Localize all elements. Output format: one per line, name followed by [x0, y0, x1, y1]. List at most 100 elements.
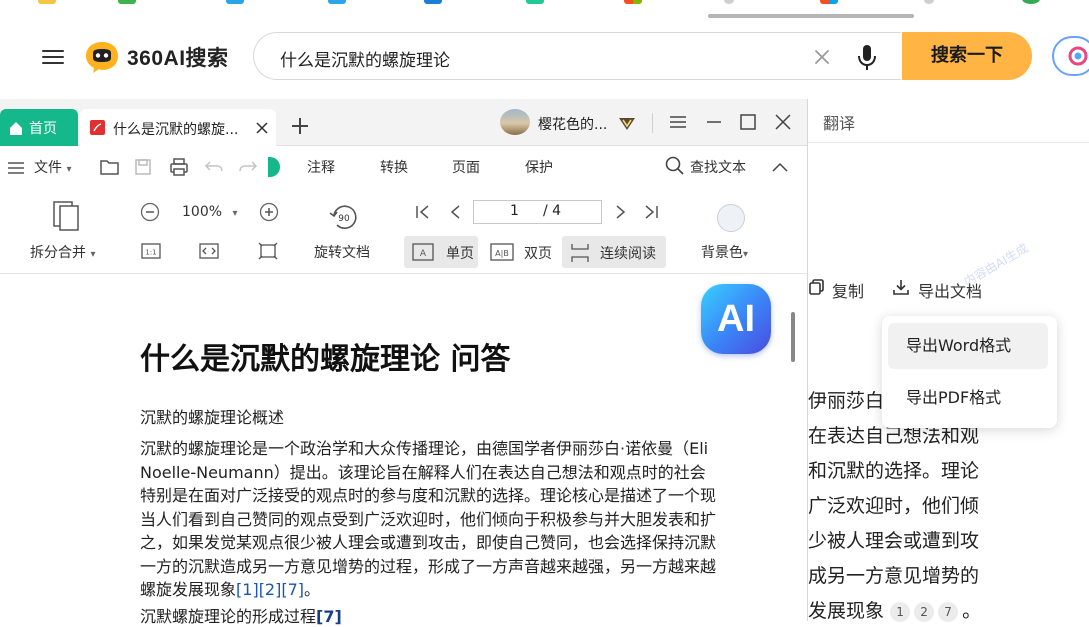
continuous-reading-button[interactable]: 连续阅读: [562, 236, 666, 268]
user-name[interactable]: 樱花色的...: [538, 114, 607, 134]
citation-badge[interactable]: 1: [890, 601, 911, 622]
answer-line: 和沉默的选择。理论: [808, 460, 980, 482]
document-subtitle: 沉默的螺旋理论概述: [140, 408, 285, 427]
minimize-icon[interactable]: [702, 110, 726, 134]
rotate-icon[interactable]: 90: [328, 201, 360, 237]
fit-page-icon[interactable]: [258, 242, 278, 264]
answer-line: 少被人理会或遭到攻: [808, 530, 980, 552]
bookmark-icon[interactable]: [724, 0, 734, 4]
close-tab-icon: [256, 122, 268, 134]
export-pdf-option[interactable]: 导出PDF格式: [888, 375, 1048, 421]
menu-page[interactable]: 页面: [452, 157, 480, 177]
menu-annotate[interactable]: 注释: [307, 157, 335, 177]
save-icon[interactable]: [134, 158, 152, 180]
citation-link[interactable]: [2]: [259, 580, 282, 599]
clear-icon[interactable]: [812, 47, 832, 67]
svg-text:A: A: [420, 249, 427, 259]
search-button[interactable]: 搜索一下: [902, 32, 1032, 80]
svg-text:1:1: 1:1: [145, 249, 156, 257]
paragraph-line: 一方的沉默造成另一方意见增势的过程，形成了一方声音越来越强，另一方越来越: [140, 556, 717, 576]
bookmarks-strip: [0, 0, 1089, 18]
total-pages: / 4: [543, 203, 562, 219]
citation-link[interactable]: [7]: [316, 607, 342, 626]
page-number-input[interactable]: 1 / 4: [473, 200, 602, 224]
citation-link[interactable]: [1]: [236, 580, 259, 599]
answer-line: 成另一方意见增势的: [808, 565, 980, 587]
file-menu[interactable]: 文件 ▾: [34, 157, 71, 177]
bookmark-icon[interactable]: [820, 0, 838, 4]
last-page-icon[interactable]: [643, 204, 659, 224]
double-page-button[interactable]: A|B 双页: [484, 236, 558, 268]
zoom-in-icon[interactable]: [259, 202, 279, 226]
bookmark-icon[interactable]: [328, 0, 346, 4]
undo-icon[interactable]: [204, 158, 224, 180]
copy-button[interactable]: 复制: [832, 278, 864, 302]
tab-document-label: 什么是沉默的螺旋...: [113, 122, 239, 138]
bookmark-icon[interactable]: [38, 0, 56, 4]
citation-link[interactable]: [7]: [281, 580, 304, 599]
actual-size-icon[interactable]: 1:1: [141, 243, 161, 263]
hamburger-icon[interactable]: [8, 160, 24, 174]
menu-convert[interactable]: 转换: [380, 157, 408, 177]
pdf-file-icon: [90, 120, 105, 135]
first-page-icon[interactable]: [415, 204, 431, 224]
vertical-scrollbar[interactable]: [791, 312, 795, 362]
background-color-icon[interactable]: [717, 204, 745, 232]
find-text-button[interactable]: 查找文本: [690, 157, 746, 177]
tab-home-label: 首页: [29, 121, 57, 137]
zoom-level[interactable]: 100% ▾: [182, 204, 238, 220]
search-input-value[interactable]: 什么是沉默的螺旋理论: [280, 46, 450, 71]
export-icon[interactable]: [892, 278, 912, 298]
brand-name: 360AI搜索: [127, 47, 229, 70]
bookmark-icon[interactable]: [424, 0, 442, 4]
tab-home[interactable]: 首页: [0, 109, 78, 146]
bookmark-icon[interactable]: [924, 0, 934, 4]
fit-width-icon[interactable]: [199, 243, 219, 263]
menu-protect[interactable]: 保护: [525, 157, 553, 177]
new-tab-icon[interactable]: [290, 116, 310, 142]
tab-translate[interactable]: 翻译: [823, 110, 855, 134]
redo-icon[interactable]: [238, 158, 258, 180]
maximize-icon[interactable]: [736, 110, 760, 134]
menu-icon[interactable]: [666, 110, 690, 134]
bookmark-icon[interactable]: [624, 0, 642, 4]
paragraph-line: 当人们看到自己赞同的观点受到广泛欢迎时，他们倾向于积极参与并大胆发表和扩: [140, 509, 717, 529]
export-word-option[interactable]: 导出Word格式: [888, 323, 1048, 369]
answer-line-text: 发展现象: [808, 600, 885, 622]
bookmark-icon[interactable]: [118, 0, 136, 4]
print-icon[interactable]: [169, 157, 189, 181]
citation-badge[interactable]: 2: [914, 601, 935, 622]
next-page-icon[interactable]: [612, 204, 628, 224]
svg-text:A|B: A|B: [495, 249, 509, 258]
ai-assistant-button[interactable]: AI: [701, 284, 771, 354]
microphone-icon[interactable]: [857, 44, 877, 72]
split-merge-button[interactable]: 拆分合并 ▾: [30, 242, 95, 262]
copy-icon[interactable]: [808, 278, 830, 298]
ai-watermark: 内容由AI生成: [961, 240, 1031, 289]
chevron-up-icon[interactable]: [771, 159, 789, 178]
citation-badge[interactable]: 7: [938, 601, 959, 622]
extension-button[interactable]: [1052, 36, 1089, 76]
bookmark-icon[interactable]: [226, 0, 244, 4]
background-color-button[interactable]: 背景色▾: [701, 242, 748, 262]
paragraph-line: 特别是在面对广泛接受的观点时的参与度和沉默的选择。理论核心是描述了一个现: [140, 486, 717, 505]
rotate-document-button[interactable]: 旋转文档: [314, 242, 370, 262]
split-merge-icon[interactable]: [52, 200, 82, 236]
home-icon: [10, 122, 22, 135]
avatar[interactable]: [500, 109, 530, 135]
bookmark-icon[interactable]: [1022, 0, 1040, 4]
answer-line: 伊丽莎白: [808, 390, 885, 412]
vip-badge-icon[interactable]: [618, 114, 636, 132]
close-icon[interactable]: [771, 110, 795, 134]
search-icon[interactable]: [665, 156, 685, 180]
divider: [808, 142, 1089, 143]
360ai-logo-icon: [84, 40, 120, 74]
zoom-out-icon[interactable]: [140, 202, 160, 226]
previous-page-icon[interactable]: [448, 204, 464, 224]
single-page-button[interactable]: A 单页: [404, 236, 478, 268]
open-folder-icon[interactable]: [100, 158, 120, 180]
bookmark-icon[interactable]: [526, 0, 544, 4]
paragraph-line: 螺旋发展现象[1][2][7]。: [140, 580, 321, 599]
hamburger-menu-icon[interactable]: [42, 47, 64, 67]
tab-document[interactable]: 什么是沉默的螺旋...: [80, 109, 276, 146]
